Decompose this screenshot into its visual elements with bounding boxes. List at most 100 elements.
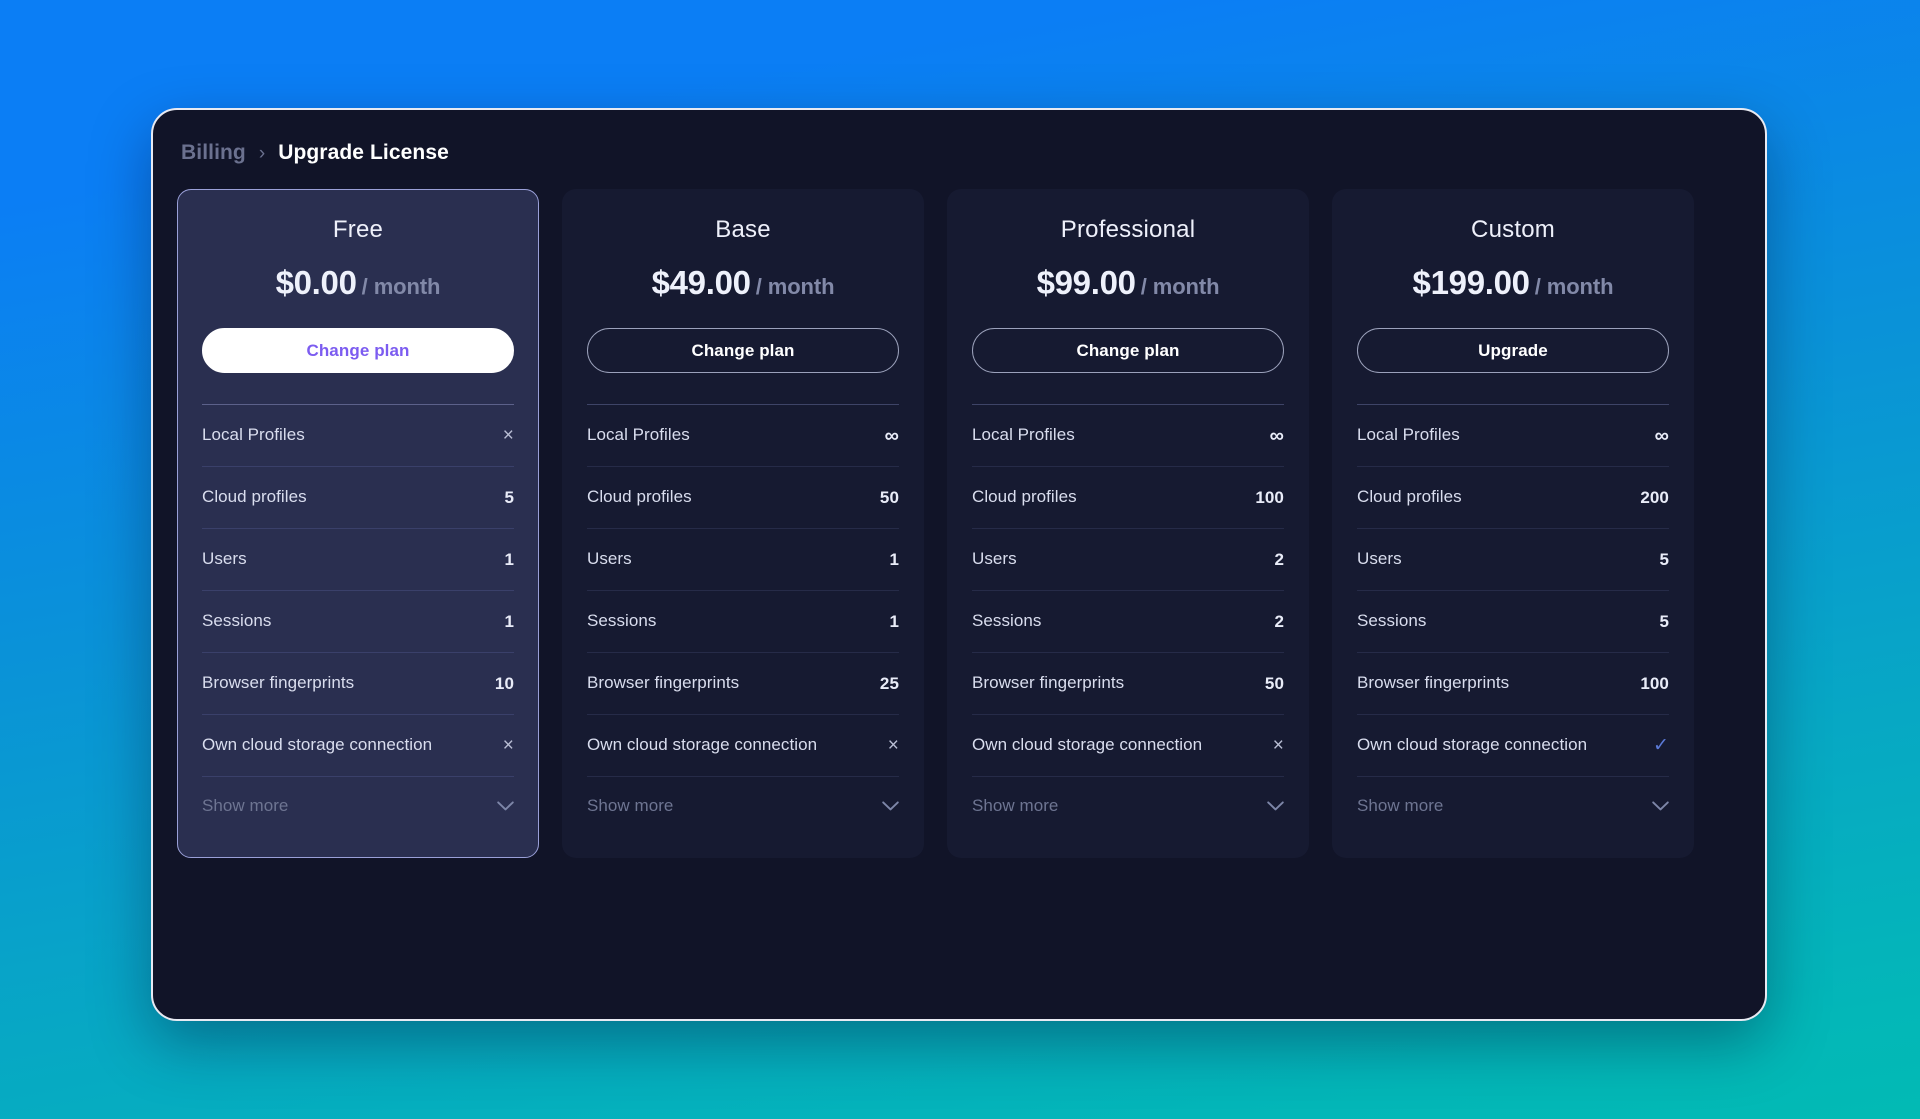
show-more-label: Show more <box>202 796 289 815</box>
plan-action-button[interactable]: Change plan <box>587 328 899 373</box>
plan-name: Free <box>332 216 384 243</box>
breadcrumb-link-billing[interactable]: Billing <box>181 141 246 165</box>
feature-label: Users <box>202 549 247 569</box>
feature-row: Cloud profiles 50 <box>587 467 899 529</box>
show-more-button[interactable]: Show more <box>587 777 899 835</box>
feature-row: Own cloud storage connection ✓ <box>1357 715 1669 777</box>
feature-list: Local Profiles ∞ Cloud profiles 100 Users 2 Se… <box>972 405 1284 777</box>
plan-card-custom[interactable]: Custom $199.00/ month Upgrade Local Profile… <box>1332 189 1694 858</box>
breadcrumb-separator-icon: › <box>258 142 266 164</box>
feature-label: Cloud profiles <box>202 487 307 507</box>
feature-row: Users 1 <box>587 529 899 591</box>
feature-value-cross-icon: × <box>502 734 514 756</box>
plan-price-row: $99.00/ month <box>972 264 1284 302</box>
show-more-label: Show more <box>587 796 674 815</box>
feature-label: Local Profiles <box>202 425 305 445</box>
feature-label: Cloud profiles <box>972 487 1077 507</box>
plan-price-period: / month <box>755 274 835 299</box>
feature-value-infinity-icon: ∞ <box>1269 424 1284 447</box>
plan-action-button[interactable]: Upgrade <box>1357 328 1669 373</box>
plan-card-free[interactable]: Free $0.00/ month Change plan Local Profile… <box>177 189 539 858</box>
chevron-down-icon <box>1652 801 1669 811</box>
plan-action-button[interactable]: Change plan <box>972 328 1284 373</box>
feature-value: 1 <box>889 611 899 631</box>
breadcrumb: Billing › Upgrade License <box>177 136 1741 170</box>
feature-value: 5 <box>504 487 514 507</box>
feature-value: 100 <box>1640 673 1669 693</box>
feature-value: 100 <box>1255 487 1284 507</box>
plan-price-period: / month <box>1534 274 1614 299</box>
plan-price-amount: $199.00 <box>1412 264 1530 301</box>
feature-value: 1 <box>889 549 899 569</box>
feature-label: Sessions <box>1357 611 1427 631</box>
feature-value-cross-icon: × <box>1272 734 1284 756</box>
feature-label: Local Profiles <box>1357 425 1460 445</box>
feature-label: Own cloud storage connection <box>972 735 1203 755</box>
feature-label: Own cloud storage connection <box>202 735 433 755</box>
feature-row: Browser fingerprints 100 <box>1357 653 1669 715</box>
plan-price-row: $0.00/ month <box>202 264 514 302</box>
feature-row: Own cloud storage connection × <box>202 715 514 777</box>
feature-value-check-icon: ✓ <box>1652 735 1669 756</box>
feature-row: Local Profiles ∞ <box>972 405 1284 467</box>
show-more-button[interactable]: Show more <box>1357 777 1669 835</box>
feature-label: Browser fingerprints <box>587 673 740 693</box>
feature-row: Sessions 2 <box>972 591 1284 653</box>
show-more-button[interactable]: Show more <box>202 777 514 835</box>
plan-card-professional[interactable]: Professional $99.00/ month Change plan Loca… <box>947 189 1309 858</box>
plan-action-button[interactable]: Change plan <box>202 328 514 373</box>
feature-label: Local Profiles <box>587 425 690 445</box>
plan-price-amount: $49.00 <box>651 264 751 301</box>
feature-label: Local Profiles <box>972 425 1075 445</box>
feature-value: 50 <box>1264 673 1284 693</box>
feature-row: Users 2 <box>972 529 1284 591</box>
feature-row: Cloud profiles 5 <box>202 467 514 529</box>
feature-list: Local Profiles × Cloud profiles 5 Users 1 Sess… <box>202 405 514 777</box>
feature-label: Users <box>587 549 632 569</box>
feature-value: 50 <box>879 487 899 507</box>
feature-label: Browser fingerprints <box>1357 673 1510 693</box>
feature-value: 5 <box>1659 549 1669 569</box>
feature-value: 200 <box>1640 487 1669 507</box>
plan-price-row: $49.00/ month <box>587 264 899 302</box>
feature-row: Own cloud storage connection × <box>972 715 1284 777</box>
feature-label: Cloud profiles <box>587 487 692 507</box>
feature-row: Cloud profiles 100 <box>972 467 1284 529</box>
feature-row: Cloud profiles 200 <box>1357 467 1669 529</box>
feature-row: Browser fingerprints 25 <box>587 653 899 715</box>
pricing-plans-grid: Free $0.00/ month Change plan Local Profile… <box>177 189 1741 858</box>
plan-name: Custom <box>1471 216 1555 243</box>
feature-label: Users <box>1357 549 1402 569</box>
feature-row: Local Profiles ∞ <box>1357 405 1669 467</box>
feature-row: Sessions 1 <box>587 591 899 653</box>
upgrade-license-window: Billing › Upgrade License Free $0.00/ mon… <box>151 108 1767 1021</box>
plan-name: Professional <box>1060 216 1196 243</box>
feature-label: Browser fingerprints <box>972 673 1125 693</box>
feature-row: Local Profiles ∞ <box>587 405 899 467</box>
feature-row: Browser fingerprints 10 <box>202 653 514 715</box>
feature-row: Browser fingerprints 50 <box>972 653 1284 715</box>
feature-value: 5 <box>1659 611 1669 631</box>
feature-value: 2 <box>1274 611 1284 631</box>
feature-value: 1 <box>504 611 514 631</box>
show-more-label: Show more <box>972 796 1059 815</box>
feature-value: 10 <box>494 673 514 693</box>
plan-card-base[interactable]: Base $49.00/ month Change plan Local Profil… <box>562 189 924 858</box>
show-more-button[interactable]: Show more <box>972 777 1284 835</box>
feature-value: 25 <box>879 673 899 693</box>
feature-label: Users <box>972 549 1017 569</box>
feature-value-infinity-icon: ∞ <box>1654 424 1669 447</box>
feature-value-cross-icon: × <box>887 734 899 756</box>
feature-label: Cloud profiles <box>1357 487 1462 507</box>
feature-label: Sessions <box>587 611 657 631</box>
plan-price-period: / month <box>1140 274 1220 299</box>
breadcrumb-current-upgrade-license: Upgrade License <box>278 141 449 164</box>
plan-price-period: / month <box>361 274 441 299</box>
chevron-down-icon <box>1267 801 1284 811</box>
feature-list: Local Profiles ∞ Cloud profiles 50 Users 1 Ses… <box>587 405 899 777</box>
feature-row: Own cloud storage connection × <box>587 715 899 777</box>
feature-value-infinity-icon: ∞ <box>884 424 899 447</box>
feature-row: Users 5 <box>1357 529 1669 591</box>
feature-label: Own cloud storage connection <box>1357 735 1588 755</box>
chevron-down-icon <box>497 801 514 811</box>
